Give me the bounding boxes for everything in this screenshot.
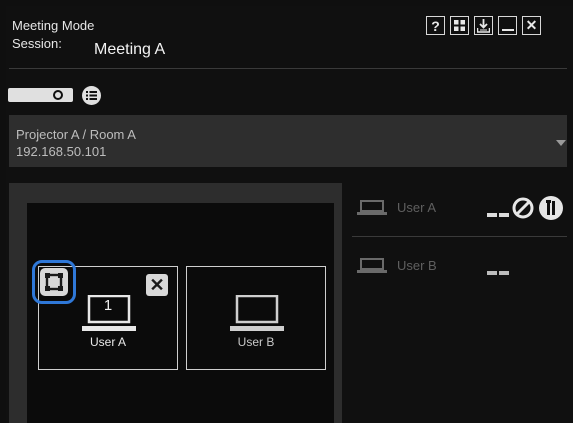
- laptop-icon: [357, 200, 387, 215]
- slot-label: User A: [89, 335, 126, 349]
- laptop-icon: [357, 258, 387, 273]
- mode-title: Meeting Mode: [12, 18, 95, 33]
- projector-ip: 192.168.50.101: [16, 144, 107, 159]
- session-label: Session:: [12, 36, 62, 51]
- help-button[interactable]: ?: [426, 16, 445, 35]
- download-icon: [477, 18, 490, 33]
- close-icon: ✕: [149, 274, 165, 295]
- close-window-button[interactable]: ✕: [522, 16, 541, 35]
- settings-button[interactable]: [538, 195, 564, 226]
- layout-slot-user-b[interactable]: User B: [186, 266, 326, 370]
- grid-button[interactable]: [450, 16, 469, 35]
- block-button[interactable]: [512, 197, 534, 224]
- device-list-button[interactable]: [82, 86, 101, 110]
- minimize-icon: [501, 28, 514, 31]
- user-name: User B: [397, 258, 437, 273]
- fullscreen-icon: [45, 273, 63, 291]
- minimize-button[interactable]: [498, 16, 517, 35]
- remove-user-button[interactable]: ✕: [146, 274, 168, 296]
- user-list-divider: [352, 236, 567, 237]
- grid-icon: [454, 20, 465, 31]
- user-name: User A: [397, 200, 437, 215]
- projector-name: Projector A / Room A: [16, 127, 136, 142]
- header-divider: [9, 68, 567, 69]
- tools-icon: [539, 196, 563, 220]
- projector-button[interactable]: [8, 86, 73, 107]
- connection-bar-icon: [487, 213, 509, 217]
- projector-icon: [8, 88, 73, 102]
- block-icon: [512, 197, 534, 219]
- help-icon: ?: [431, 17, 440, 34]
- fullscreen-button[interactable]: [32, 260, 76, 304]
- download-button[interactable]: [474, 16, 493, 35]
- chevron-down-icon[interactable]: [556, 140, 566, 146]
- user-a-status: [487, 205, 509, 223]
- slot-label: User B: [237, 335, 275, 349]
- user-b-status: [487, 263, 509, 281]
- session-name: Meeting A: [94, 41, 166, 58]
- connection-bar-icon: [487, 271, 509, 275]
- laptop-icon: [230, 295, 284, 331]
- close-icon: ✕: [525, 17, 538, 33]
- list-icon: [82, 86, 101, 105]
